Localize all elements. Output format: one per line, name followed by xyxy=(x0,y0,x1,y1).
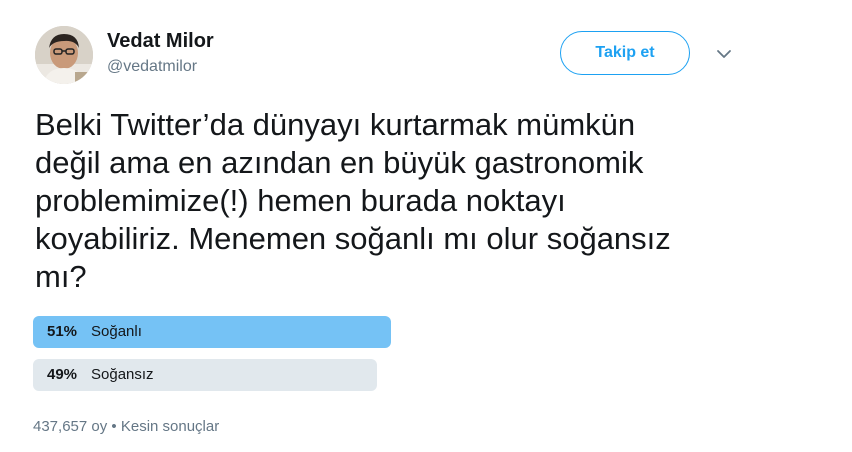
tweet-card: Vedat Milor @vedatmilor Takip et Belki T… xyxy=(0,0,852,452)
user-handle[interactable]: @vedatmilor xyxy=(107,58,197,76)
poll-separator: • xyxy=(111,418,117,435)
poll-option-1[interactable]: 51% Soğanlı xyxy=(33,316,391,348)
poll-status: Kesin sonuçlar xyxy=(120,418,220,435)
poll-percent: 49% xyxy=(47,366,78,383)
tweet-text-line: değil ama en azından en büyük gastronomi… xyxy=(35,145,644,180)
poll-vote-count: 437,657 oy xyxy=(33,418,108,435)
tweet-text-line: koyabiliriz. Menemen soğanlı mı olur soğ… xyxy=(35,221,671,256)
poll-result-bar xyxy=(33,359,377,391)
tweet-text-line: problemimize(!) hemen burada noktayı xyxy=(35,183,566,218)
tweet-text-line: mı? xyxy=(35,259,87,294)
poll-option-label: Soğansız xyxy=(91,366,154,383)
chevron-down-icon[interactable] xyxy=(714,44,734,64)
user-display-name[interactable]: Vedat Milor xyxy=(107,30,214,53)
poll-footer: 437,657 oy • Kesin sonuçlar xyxy=(33,418,219,435)
poll-option-2[interactable]: 49% Soğansız xyxy=(33,359,391,391)
follow-button[interactable]: Takip et xyxy=(560,31,690,75)
poll-result-bar xyxy=(33,316,391,348)
poll-percent: 51% xyxy=(47,323,78,340)
tweet-text-line: Belki Twitter’da dünyayı kurtarmak mümkü… xyxy=(35,107,636,142)
avatar[interactable] xyxy=(35,26,93,84)
tweet-text: Belki Twitter’da dünyayı kurtarmak mümkü… xyxy=(35,106,755,296)
poll-option-label: Soğanlı xyxy=(91,323,142,340)
